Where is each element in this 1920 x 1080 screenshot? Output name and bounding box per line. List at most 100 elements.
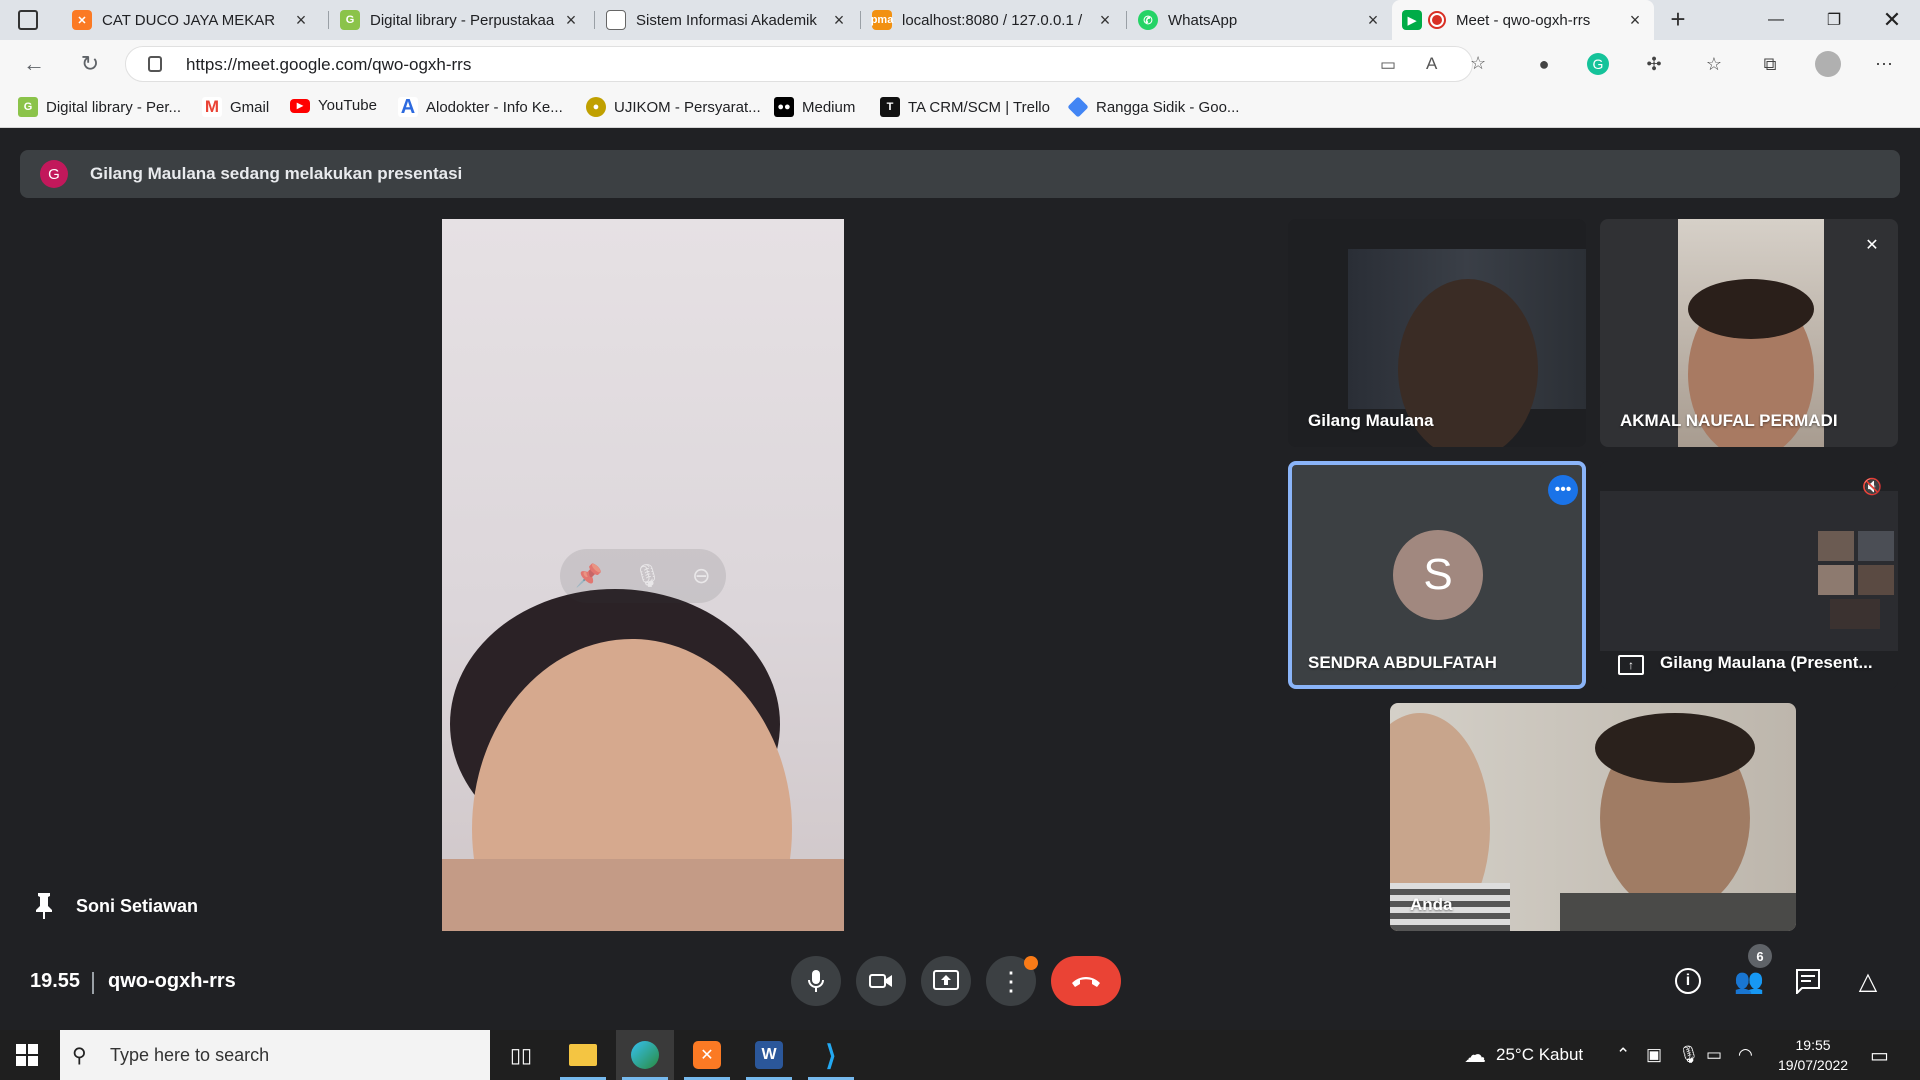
youtube-icon: ▶ — [290, 98, 310, 113]
remove-icon[interactable]: ⊖ — [692, 563, 710, 589]
medium-icon: ●● — [774, 97, 794, 117]
bookmark-digital-library[interactable]: G Digital library - Per... — [18, 97, 181, 117]
participants-button[interactable]: 👥 — [1732, 964, 1766, 998]
vscode-icon: ⟩ — [825, 1039, 837, 1071]
meeting-details-button[interactable]: i — [1671, 964, 1705, 998]
pinned-video[interactable]: 📌 🎙 ⊖ — [442, 219, 844, 931]
participant-tile[interactable]: ✕ AKMAL NAUFAL PERMADI — [1600, 219, 1898, 447]
bookmark-youtube[interactable]: ▶ YouTube — [290, 97, 377, 114]
bookmark-alodokter[interactable]: A Alodokter - Info Ke... — [398, 96, 563, 118]
tab-meet[interactable]: ▶ Meet - qwo-ogxh-rrs × — [1392, 0, 1654, 40]
leave-call-button[interactable] — [1051, 956, 1121, 1006]
favorites-icon[interactable]: ☆ — [1700, 50, 1728, 78]
camera-button[interactable] — [856, 956, 906, 1006]
recording-icon — [1428, 11, 1446, 29]
omnibox[interactable]: https://meet.google.com/qwo-ogxh-rrs ▭ A… — [125, 46, 1486, 82]
pin-icon — [36, 893, 52, 919]
close-icon[interactable]: × — [292, 10, 310, 31]
window-close-button[interactable]: ✕ — [1864, 0, 1920, 40]
phpmyadmin-icon: pma — [871, 10, 893, 30]
url-text[interactable]: https://meet.google.com/qwo-ogxh-rrs — [186, 55, 471, 75]
close-icon[interactable]: × — [1626, 10, 1644, 31]
extension-icon[interactable]: ● — [1530, 50, 1558, 78]
mic-icon[interactable]: 🎙 — [634, 563, 662, 589]
lock-icon[interactable] — [148, 56, 162, 72]
taskbar-search-box[interactable]: ⚲ Type here to search — [60, 1030, 490, 1080]
presentation-tile[interactable]: 🔇 ↑ Gilang Maulana (Present... — [1600, 461, 1898, 689]
tab-whatsapp[interactable]: ✆ WhatsApp × — [1128, 0, 1392, 40]
gdl-icon: G — [340, 10, 360, 30]
activities-button[interactable]: △ — [1851, 964, 1885, 998]
collections-icon[interactable]: ⧉ — [1756, 50, 1784, 78]
word-app[interactable]: W — [740, 1030, 798, 1080]
address-bar: ← ↻ https://meet.google.com/qwo-ogxh-rrs… — [0, 40, 1920, 88]
tab-title: WhatsApp — [1168, 11, 1238, 29]
tab-phpmyadmin[interactable]: pma localhost:8080 / 127.0.0.1 / × — [862, 0, 1124, 40]
file-explorer-app[interactable] — [554, 1030, 612, 1080]
tab-cat-duco[interactable]: ✕ CAT DUCO JAYA MEKAR × — [62, 0, 320, 40]
bookmark-trello[interactable]: T TA CRM/SCM | Trello — [880, 97, 1050, 117]
xampp-app[interactable]: ✕ — [678, 1030, 736, 1080]
wifi-icon[interactable]: ◠ — [1738, 1030, 1753, 1080]
tab-digital-library[interactable]: G Digital library - Perpustakaa × — [330, 0, 590, 40]
grammarly-icon[interactable]: G — [1584, 50, 1612, 78]
gmail-icon: M — [202, 97, 222, 117]
read-aloud-icon[interactable]: A — [1426, 54, 1437, 74]
weather-widget[interactable]: ☁ 25°C Kabut — [1464, 1030, 1583, 1080]
reload-button[interactable]: ↻ — [74, 48, 106, 80]
screen-share-tile-thumb — [1858, 565, 1894, 595]
close-icon[interactable]: × — [1364, 10, 1382, 31]
bookmark-ujikom[interactable]: ● UJIKOM - Persyarat... — [586, 97, 761, 117]
participant-name: Anda — [1410, 895, 1453, 914]
mic-off-icon: ✕ — [1865, 237, 1879, 254]
participant-count-badge: 6 — [1748, 944, 1772, 968]
more-options-button[interactable]: ••• — [1548, 475, 1578, 505]
participant-shirt — [1560, 893, 1796, 931]
add-favorite-icon[interactable]: ☆ — [1470, 53, 1486, 74]
edge-app[interactable] — [616, 1030, 674, 1080]
windows-taskbar: ⚲ Type here to search ▯▯ ✕ W ⟩ ☁ 25°C Ka… — [0, 1030, 1920, 1080]
cloudy-moon-icon: ☁ — [1464, 1042, 1486, 1067]
camera-permission-icon[interactable]: ▭ — [1380, 55, 1396, 75]
meet-tray-icon[interactable]: ▣ — [1646, 1030, 1662, 1080]
restore-button[interactable]: ❐ — [1806, 0, 1862, 40]
microphone-in-use-icon[interactable]: 🎙 — [1678, 1030, 1700, 1080]
battery-icon[interactable]: ▭ — [1706, 1030, 1722, 1080]
notifications-button[interactable]: ▭ — [1870, 1030, 1889, 1080]
bookmark-medium[interactable]: ●● Medium — [774, 97, 855, 117]
pin-icon[interactable]: 📌 — [575, 563, 602, 589]
more-options-button[interactable]: ⋮ — [986, 956, 1038, 1006]
chat-button[interactable] — [1791, 964, 1825, 998]
present-now-button[interactable] — [921, 956, 971, 1006]
meet-icon: ▶ — [1402, 10, 1422, 30]
tab-title: CAT DUCO JAYA MEKAR — [102, 11, 276, 29]
more-menu-icon[interactable]: ⋯ — [1870, 50, 1898, 78]
bookmark-gmail[interactable]: M Gmail — [202, 97, 269, 117]
edge-icon — [631, 1041, 659, 1069]
vscode-app[interactable]: ⟩ — [802, 1030, 860, 1080]
ujikom-icon: ● — [586, 97, 606, 117]
windows-start-button[interactable] — [16, 1044, 38, 1066]
tab-sistem-informasi[interactable]: Sistem Informasi Akademik × — [596, 0, 858, 40]
back-button[interactable]: ← — [18, 48, 50, 80]
tab-separator — [860, 11, 861, 29]
close-icon[interactable]: × — [830, 10, 848, 31]
minimize-button[interactable]: — — [1748, 0, 1804, 40]
microphone-button[interactable] — [791, 956, 841, 1006]
self-view-tile[interactable]: Anda — [1390, 703, 1796, 931]
participant-tile[interactable]: Gilang Maulana — [1288, 219, 1586, 447]
profile-avatar[interactable] — [1814, 50, 1842, 78]
tab-title: Sistem Informasi Akademik — [636, 11, 817, 29]
phone-hangup-icon — [1072, 977, 1100, 987]
participant-avatar: S — [1393, 530, 1483, 620]
taskbar-clock[interactable]: 19:55 19/07/2022 — [1778, 1030, 1848, 1080]
close-icon[interactable]: × — [1096, 10, 1114, 31]
close-icon[interactable]: × — [562, 10, 580, 31]
bookmark-rangga-sidik[interactable]: Rangga Sidik - Goo... — [1067, 96, 1239, 118]
show-hidden-icons-button[interactable]: ⌃ — [1616, 1030, 1630, 1080]
participant-tile-active-speaker[interactable]: ••• S SENDRA ABDULFATAH — [1288, 461, 1586, 689]
extensions-puzzle-icon[interactable]: ✣ — [1640, 50, 1668, 78]
tab-actions-icon[interactable] — [18, 10, 38, 30]
new-tab-button[interactable]: + — [1662, 4, 1694, 36]
task-view-button[interactable]: ▯▯ — [492, 1030, 550, 1080]
